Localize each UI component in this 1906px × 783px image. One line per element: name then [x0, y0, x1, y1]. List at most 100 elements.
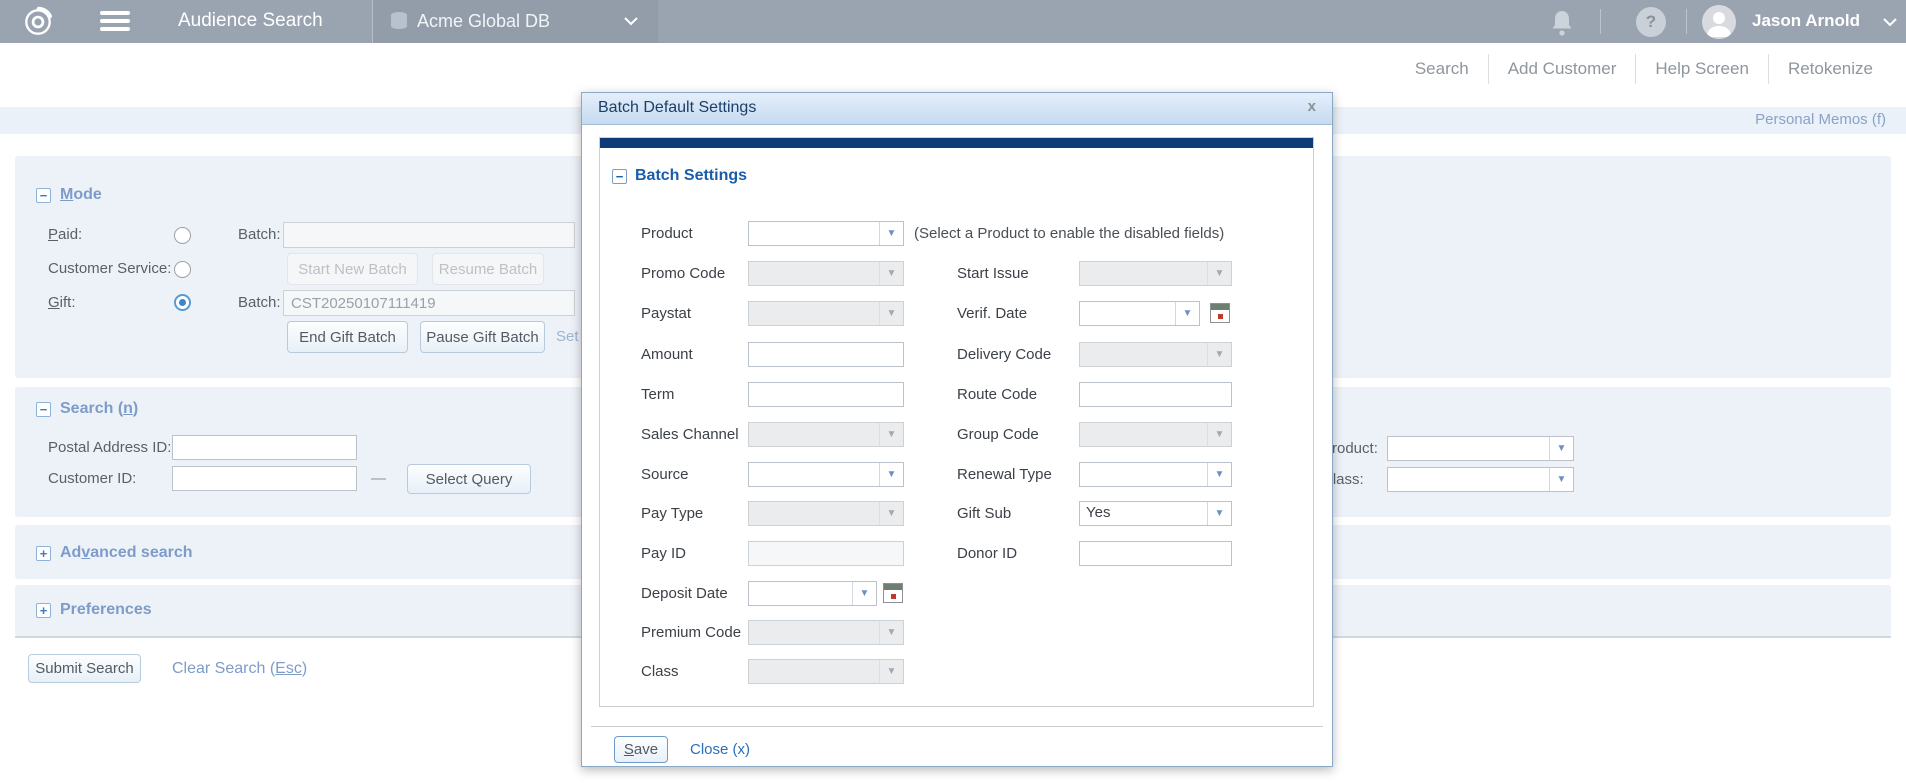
gift-radio[interactable]: [174, 294, 191, 311]
gift-batch-label: Batch:: [238, 290, 281, 316]
chevron-down-icon: ▼: [879, 302, 903, 325]
pause-gift-batch-button[interactable]: Pause Gift Batch: [420, 321, 545, 353]
chevron-down-icon: ▼: [1207, 343, 1231, 366]
chevron-down-icon: ▼: [1207, 463, 1231, 486]
app-logo-icon: [20, 4, 56, 40]
postal-address-id-label: Postal Address ID:: [48, 435, 171, 461]
paid-batch-input: [283, 222, 575, 248]
group-code-select: ▼: [1079, 422, 1232, 447]
chevron-down-icon: ▼: [1175, 302, 1199, 325]
dialog-footer-divider: [591, 726, 1323, 727]
start-issue-select: ▼: [1079, 261, 1232, 286]
promo-code-label: Promo Code: [641, 261, 725, 286]
notifications-bell-icon[interactable]: [1548, 8, 1576, 38]
expand-plus-icon[interactable]: +: [36, 546, 51, 561]
collapse-minus-icon[interactable]: −: [36, 402, 51, 417]
source-select[interactable]: ▼: [748, 462, 904, 487]
database-selector[interactable]: Acme Global DB: [372, 0, 658, 43]
route-code-input[interactable]: [1079, 382, 1232, 407]
database-icon: [387, 10, 411, 34]
postal-address-id-input[interactable]: [172, 435, 357, 460]
chevron-down-icon: ▼: [879, 423, 903, 446]
search-section-header[interactable]: − Search (n): [36, 400, 138, 418]
renewal-type-label: Renewal Type: [957, 462, 1052, 487]
expand-plus-icon[interactable]: +: [36, 603, 51, 618]
product-hint-text: (Select a Product to enable the disabled…: [914, 221, 1224, 246]
batch-default-settings-dialog: Batch Default Settings x − Batch Setting…: [581, 92, 1333, 767]
topbar-separator: [1686, 9, 1687, 34]
collapse-minus-icon[interactable]: −: [612, 169, 627, 184]
verif-date-select[interactable]: ▼: [1079, 301, 1200, 326]
amount-label: Amount: [641, 342, 693, 367]
customer-id-input[interactable]: [172, 466, 357, 491]
renewal-type-select[interactable]: ▼: [1079, 462, 1232, 487]
paystat-select: ▼: [748, 301, 904, 326]
save-button[interactable]: Save: [614, 736, 668, 763]
clear-search-link[interactable]: Clear Search (Esc): [172, 660, 307, 678]
customer-service-label: Customer Service:: [48, 256, 171, 282]
calendar-icon[interactable]: [883, 583, 903, 603]
chevron-down-icon[interactable]: [1882, 17, 1898, 27]
gift-label: Gift:: [48, 290, 76, 316]
mode-section-header[interactable]: − Mode: [36, 186, 102, 204]
app-title: Audience Search: [178, 10, 323, 32]
pay-type-select: ▼: [748, 501, 904, 526]
chevron-down-icon: ▼: [879, 660, 903, 683]
product-background-select[interactable]: ▼: [1387, 436, 1574, 461]
nav-item-search[interactable]: Search: [1396, 55, 1488, 83]
verif-date-label: Verif. Date: [957, 301, 1027, 326]
paystat-label: Paystat: [641, 301, 691, 326]
chevron-down-icon: ▼: [879, 262, 903, 285]
user-avatar[interactable]: [1702, 5, 1736, 39]
preferences-header[interactable]: + Preferences: [36, 601, 152, 619]
chevron-down-icon: ▼: [1549, 437, 1573, 460]
nav-item-retokenize[interactable]: Retokenize: [1769, 55, 1892, 83]
collapse-minus-icon[interactable]: −: [36, 188, 51, 203]
nav-item-add-customer[interactable]: Add Customer: [1489, 55, 1636, 83]
advanced-search-header[interactable]: + Advanced search: [36, 544, 193, 562]
submit-search-button[interactable]: Submit Search: [28, 654, 141, 683]
paid-radio[interactable]: [174, 227, 191, 244]
group-code-label: Group Code: [957, 422, 1039, 447]
batch-settings-header[interactable]: − Batch Settings: [612, 167, 747, 185]
chevron-down-icon: ▼: [1207, 502, 1231, 525]
user-name[interactable]: Jason Arnold: [1752, 11, 1860, 31]
pay-id-label: Pay ID: [641, 541, 686, 566]
database-name: Acme Global DB: [417, 11, 550, 32]
term-input[interactable]: [748, 382, 904, 407]
chevron-down-icon: ▼: [1549, 468, 1573, 491]
donor-id-input[interactable]: [1079, 541, 1232, 566]
gift-sub-select[interactable]: Yes▼: [1079, 501, 1232, 526]
end-gift-batch-button[interactable]: End Gift Batch: [287, 321, 408, 353]
promo-code-select: ▼: [748, 261, 904, 286]
dialog-title: Batch Default Settings: [598, 99, 756, 117]
deposit-date-label: Deposit Date: [641, 581, 728, 606]
application-window: Audience Search Acme Global DB ? J: [0, 0, 1906, 783]
batch-label: Batch:: [238, 222, 281, 248]
dialog-title-bar[interactable]: Batch Default Settings x: [582, 93, 1332, 125]
product-field-label: Product: [641, 221, 693, 246]
customer-service-radio[interactable]: [174, 261, 191, 278]
chevron-down-icon: ▼: [879, 463, 903, 486]
chevron-down-icon: ▼: [852, 582, 876, 605]
resume-batch-button: Resume Batch: [432, 253, 544, 285]
class-select: ▼: [748, 659, 904, 684]
chevron-down-icon: [623, 16, 639, 26]
help-question-icon[interactable]: ?: [1636, 7, 1666, 37]
class-background-select[interactable]: ▼: [1387, 467, 1574, 492]
nav-item-help-screen[interactable]: Help Screen: [1636, 55, 1768, 83]
range-dash: —: [371, 466, 386, 492]
source-label: Source: [641, 462, 689, 487]
personal-memos-link[interactable]: Personal Memos (f): [1755, 111, 1886, 128]
chevron-down-icon: ▼: [1207, 262, 1231, 285]
close-dialog-link[interactable]: Close (x): [690, 741, 750, 758]
calendar-icon[interactable]: [1210, 303, 1230, 323]
amount-input[interactable]: [748, 342, 904, 367]
product-select[interactable]: ▼: [748, 221, 904, 246]
settings-link-partial[interactable]: Set: [556, 328, 579, 345]
hamburger-menu-icon[interactable]: [100, 11, 130, 32]
deposit-date-select[interactable]: ▼: [748, 581, 877, 606]
close-icon[interactable]: x: [1308, 98, 1316, 115]
select-query-button[interactable]: Select Query: [407, 464, 531, 494]
class-field-label: Class: [641, 659, 679, 684]
